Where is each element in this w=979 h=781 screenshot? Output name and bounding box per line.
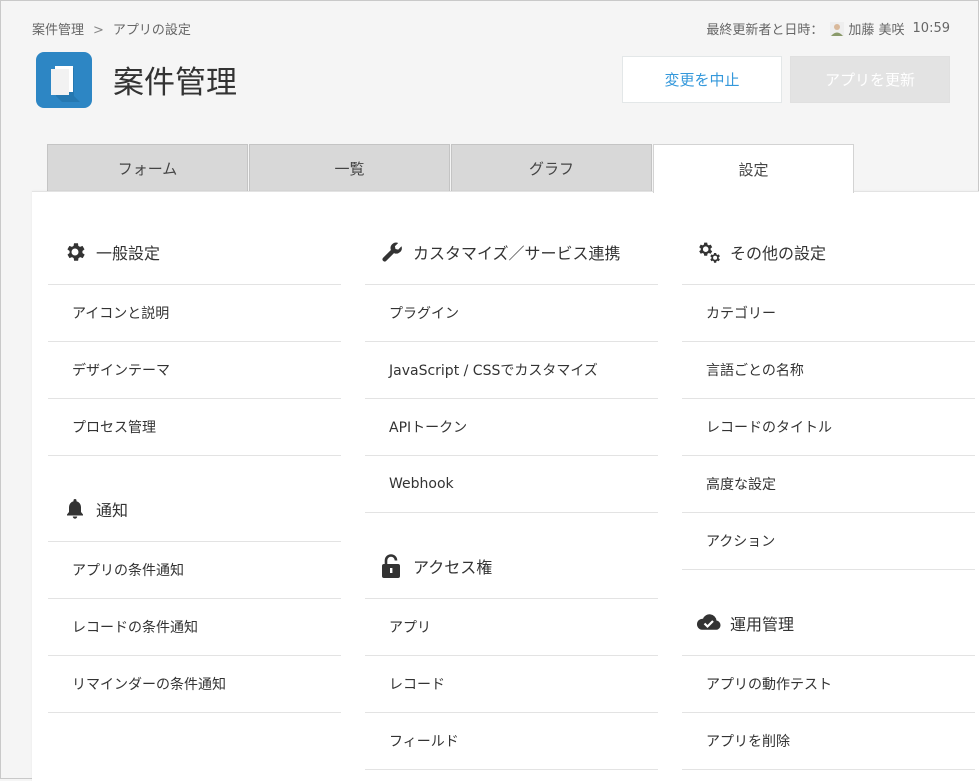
- breadcrumb-current: アプリの設定: [112, 23, 191, 38]
- last-updated: 最終更新者と日時： 加藤 美咲 10:59: [706, 19, 950, 38]
- menu-item-access-record[interactable]: レコード: [365, 656, 658, 713]
- section-notification-header: 通知: [48, 456, 341, 542]
- update-app-button[interactable]: アプリを更新: [790, 56, 950, 103]
- menu-item-localized-names[interactable]: 言語ごとの名称: [682, 342, 975, 399]
- last-updated-time: 10:59: [912, 21, 950, 36]
- section-customize-header: カスタマイズ／サービス連携: [365, 192, 658, 285]
- menu-item-icon-description[interactable]: アイコンと説明: [48, 285, 341, 342]
- section-operation-title: 運用管理: [730, 614, 795, 634]
- menu-item-app-test[interactable]: アプリの動作テスト: [682, 656, 975, 713]
- menu-item-access-app[interactable]: アプリ: [365, 599, 658, 656]
- tab-settings[interactable]: 設定: [653, 144, 854, 193]
- settings-column-3: その他の設定 カテゴリー 言語ごとの名称 レコードのタイトル 高度な設定 アクシ…: [682, 192, 975, 770]
- lock-icon: [379, 553, 405, 579]
- menu-item-advanced-settings[interactable]: 高度な設定: [682, 456, 975, 513]
- gears-icon: [696, 239, 722, 265]
- last-updated-user[interactable]: 加藤 美咲: [848, 19, 904, 38]
- wrench-icon: [379, 239, 405, 265]
- menu-item-js-css-customize[interactable]: JavaScript / CSSでカスタマイズ: [365, 342, 658, 399]
- breadcrumb-root[interactable]: 案件管理: [32, 19, 84, 38]
- user-avatar-icon[interactable]: [830, 21, 845, 36]
- menu-item-plugins[interactable]: プラグイン: [365, 285, 658, 342]
- last-updated-label: 最終更新者と日時：: [706, 23, 824, 38]
- bell-icon: [62, 496, 88, 522]
- breadcrumb: 案件管理 > アプリの設定: [32, 19, 191, 38]
- app-icon: [36, 52, 92, 108]
- settings-panel: 一般設定 アイコンと説明 デザインテーマ プロセス管理 通知 アプリの条件通知 …: [32, 191, 979, 781]
- menu-item-api-token[interactable]: APIトークン: [365, 399, 658, 456]
- section-access-title: アクセス権: [413, 557, 493, 577]
- menu-item-record-title[interactable]: レコードのタイトル: [682, 399, 975, 456]
- section-notification-title: 通知: [96, 500, 129, 520]
- app-title: 案件管理: [113, 65, 237, 101]
- cancel-changes-button[interactable]: 変更を中止: [622, 56, 782, 103]
- menu-item-actions[interactable]: アクション: [682, 513, 975, 570]
- menu-item-reminder-notification[interactable]: リマインダーの条件通知: [48, 656, 341, 713]
- menu-item-webhook[interactable]: Webhook: [365, 456, 658, 513]
- section-access-header: アクセス権: [365, 513, 658, 599]
- menu-item-record-notification[interactable]: レコードの条件通知: [48, 599, 341, 656]
- header: 案件管理 > アプリの設定 最終更新者と日時： 加藤 美咲 10:59 案件管理 変…: [1, 1, 979, 141]
- menu-item-access-field[interactable]: フィールド: [365, 713, 658, 770]
- menu-item-delete-app[interactable]: アプリを削除: [682, 713, 975, 770]
- menu-item-design-theme[interactable]: デザインテーマ: [48, 342, 341, 399]
- section-general-header: 一般設定: [48, 192, 341, 285]
- menu-item-category[interactable]: カテゴリー: [682, 285, 975, 342]
- menu-item-app-notification[interactable]: アプリの条件通知: [48, 542, 341, 599]
- section-operation-header: 運用管理: [682, 570, 975, 656]
- settings-tabs: フォーム 一覧 グラフ 設定: [47, 144, 855, 193]
- section-general-title: 一般設定: [96, 244, 161, 263]
- section-other-title: その他の設定: [730, 244, 827, 263]
- menu-item-process-management[interactable]: プロセス管理: [48, 399, 341, 456]
- tab-list[interactable]: 一覧: [249, 144, 450, 191]
- settings-column-1: 一般設定 アイコンと説明 デザインテーマ プロセス管理 通知 アプリの条件通知 …: [48, 192, 341, 713]
- breadcrumb-separator: >: [93, 23, 104, 38]
- section-other-header: その他の設定: [682, 192, 975, 285]
- gear-icon: [62, 239, 88, 265]
- cloud-check-icon: [696, 610, 722, 636]
- tab-graph[interactable]: グラフ: [451, 144, 652, 191]
- section-customize-title: カスタマイズ／サービス連携: [413, 244, 621, 263]
- tab-form[interactable]: フォーム: [47, 144, 248, 191]
- settings-column-2: カスタマイズ／サービス連携 プラグイン JavaScript / CSSでカスタ…: [365, 192, 658, 770]
